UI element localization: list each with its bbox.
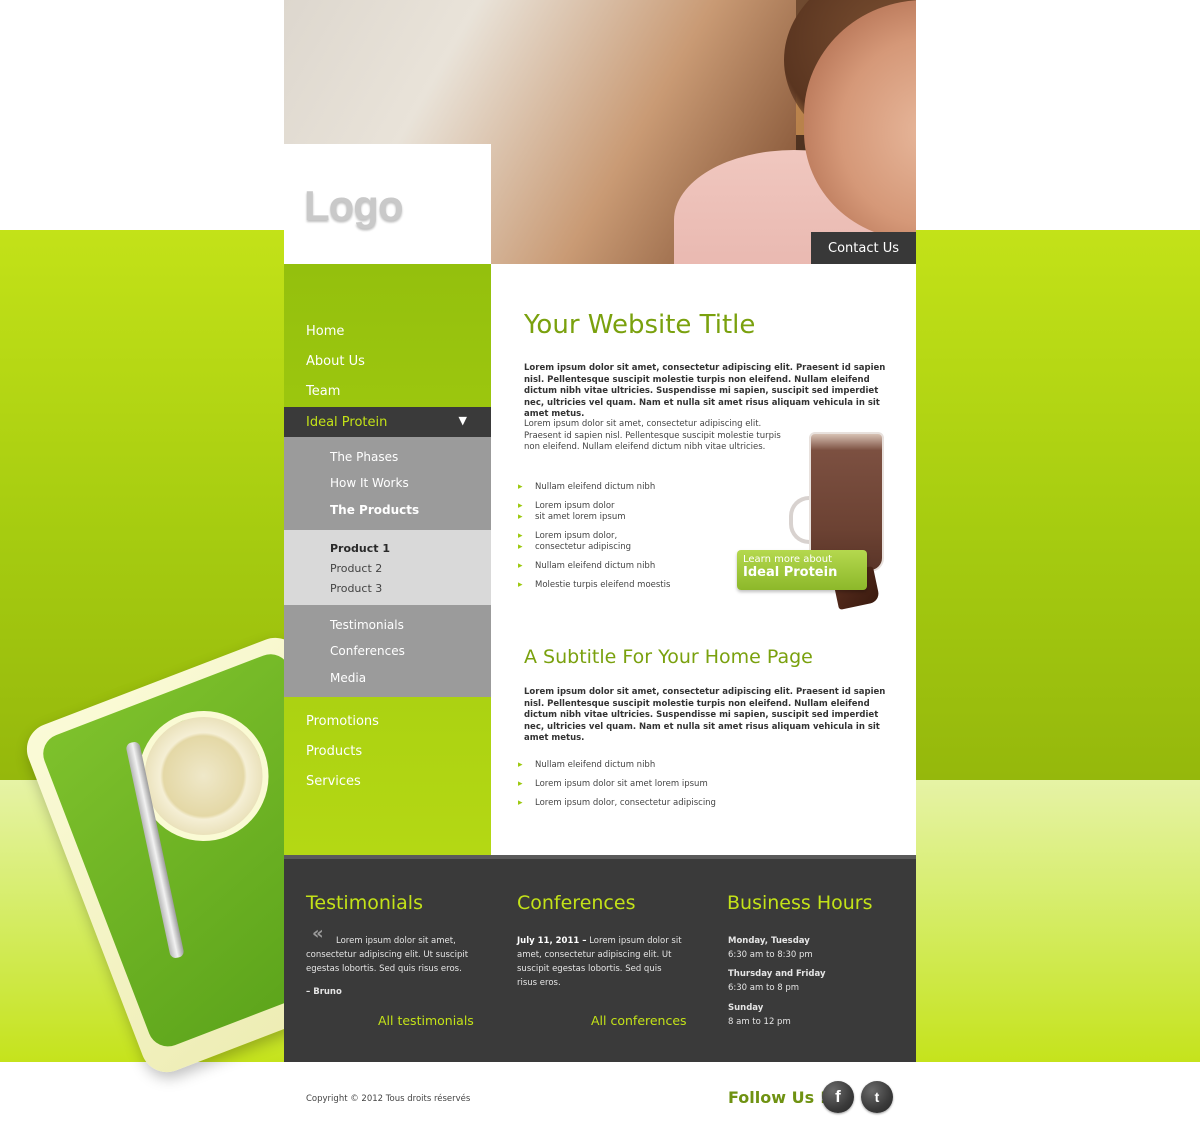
follow-us-label: Follow Us ! xyxy=(728,1088,827,1107)
product-item-1[interactable]: Product 1 xyxy=(330,542,390,555)
list-item: Lorem ipsum dolor, consectetur adipiscin… xyxy=(518,798,716,809)
list-item: Nullam eleifend dictum nibh xyxy=(518,482,655,493)
nav-item-ideal-protein-label: Ideal Protein xyxy=(306,414,388,430)
list-item: Lorem ipsum dolor, xyxy=(518,531,617,542)
second-lead-paragraph: Lorem ipsum dolor sit amet, consectetur … xyxy=(524,687,886,743)
hours-day: Monday, Tuesday xyxy=(728,936,810,946)
facebook-icon[interactable]: f xyxy=(822,1081,854,1113)
testimonial-text: Lorem ipsum dolor sit amet, consectetur … xyxy=(306,936,469,974)
products-submenu: Product 1 Product 2 Product 3 xyxy=(284,530,491,605)
submenu-item-testimonials[interactable]: Testimonials xyxy=(330,618,404,632)
conferences-heading: Conferences xyxy=(517,892,636,914)
caret-down-icon: ▼ xyxy=(458,414,467,427)
sidebar-nav: Home About Us Team Ideal Protein ▼ The P… xyxy=(284,264,491,855)
logo[interactable]: Logo xyxy=(304,182,404,230)
nav-item-promotions[interactable]: Promotions xyxy=(306,714,379,729)
list-item-text: sit amet lorem ipsum xyxy=(535,512,626,522)
all-conferences-link[interactable]: All conferences xyxy=(591,1013,687,1028)
submenu-item-the-phases[interactable]: The Phases xyxy=(330,450,398,464)
hours-time: 6:30 am to 8 pm xyxy=(728,983,800,993)
product-item-3[interactable]: Product 3 xyxy=(330,582,382,595)
submenu-group-1: The Phases How It Works The Products xyxy=(284,437,491,530)
logo-box[interactable]: Logo xyxy=(284,144,491,264)
intro-paragraph: Lorem ipsum dolor sit amet, consectetur … xyxy=(524,419,781,452)
nav-item-products[interactable]: Products xyxy=(306,744,362,759)
list-item: Lorem ipsum dolor sit amet lorem ipsum xyxy=(518,779,708,790)
all-testimonials-link[interactable]: All testimonials xyxy=(378,1013,474,1028)
list-item: Nullam eleifend dictum nibh xyxy=(518,561,655,572)
hours-day: Thursday and Friday xyxy=(728,969,826,979)
list-item-continued: sit amet lorem ipsum xyxy=(518,512,626,523)
copyright: Copyright © 2012 Tous droits réservés xyxy=(306,1094,471,1104)
submenu-item-media[interactable]: Media xyxy=(330,671,366,685)
conference-entry: July 11, 2011 – Lorem ipsum dolor sit am… xyxy=(517,934,682,990)
testimonials-heading: Testimonials xyxy=(306,892,423,914)
conference-date: July 11, 2011 – xyxy=(517,936,587,946)
twitter-icon[interactable]: t xyxy=(861,1081,893,1113)
main-content: Your Website Title Lorem ipsum dolor sit… xyxy=(491,264,916,855)
footer-background xyxy=(0,1062,1200,1134)
submenu-item-how-it-works[interactable]: How It Works xyxy=(330,476,409,490)
contact-us-button[interactable]: Contact Us xyxy=(811,232,916,264)
list-item: Molestie turpis eleifend moestis xyxy=(518,580,670,591)
submenu-item-the-products[interactable]: The Products xyxy=(330,503,419,517)
nav-item-team[interactable]: Team xyxy=(306,384,340,399)
page-subtitle: A Subtitle For Your Home Page xyxy=(524,646,813,668)
list-item: Nullam eleifend dictum nibh xyxy=(518,760,655,771)
footer-columns: Testimonials « Lorem ipsum dolor sit ame… xyxy=(284,855,916,1062)
list-item-continued: consectetur adipiscing xyxy=(518,542,632,553)
submenu-item-conferences[interactable]: Conferences xyxy=(330,644,405,658)
learn-more-ideal-protein-button[interactable]: Learn more about Ideal Protein xyxy=(737,550,867,590)
list-item-text: consectetur adipiscing xyxy=(535,542,632,552)
nav-item-about-us[interactable]: About Us xyxy=(306,354,365,369)
business-hours-heading: Business Hours xyxy=(727,892,873,914)
hours-time: 6:30 am to 8:30 pm xyxy=(728,950,813,960)
learn-more-line1: Learn more about xyxy=(743,554,833,565)
hours-time: 8 am to 12 pm xyxy=(728,1017,791,1027)
product-item-2[interactable]: Product 2 xyxy=(330,562,382,575)
nav-item-ideal-protein[interactable]: Ideal Protein ▼ xyxy=(284,407,491,437)
testimonial-author: – Bruno xyxy=(306,987,342,997)
nav-item-services[interactable]: Services xyxy=(306,774,361,789)
lead-paragraph: Lorem ipsum dolor sit amet, consectetur … xyxy=(524,363,886,419)
submenu-group-2: Testimonials Conferences Media xyxy=(284,605,491,697)
learn-more-line2: Ideal Protein xyxy=(743,565,838,580)
page-title: Your Website Title xyxy=(524,310,756,340)
hours-day: Sunday xyxy=(728,1003,764,1013)
list-item: Lorem ipsum dolor xyxy=(518,501,614,512)
nav-item-home[interactable]: Home xyxy=(306,324,344,339)
